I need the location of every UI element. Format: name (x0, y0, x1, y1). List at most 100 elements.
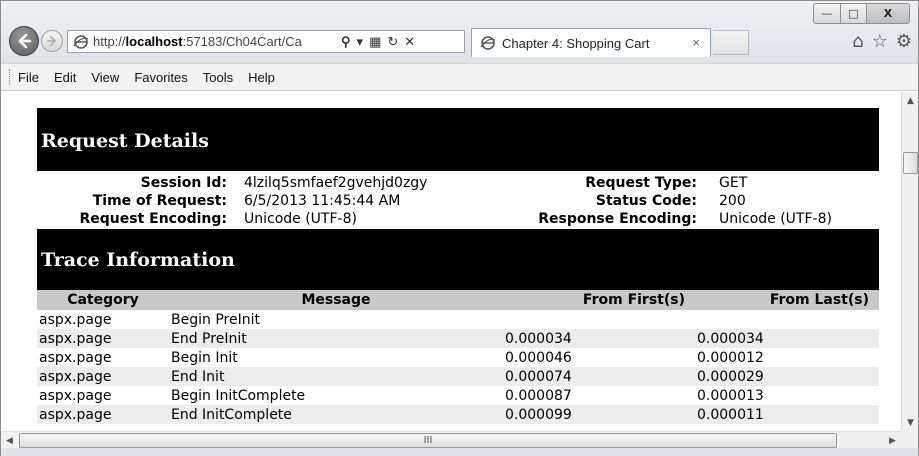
search-icon[interactable]: ⚲ (341, 34, 351, 50)
response-encoding-label: Response Encoding: (538, 211, 697, 227)
cell-message: Begin PreInit (171, 311, 260, 328)
cell-message: End InitComplete (169, 405, 503, 424)
scroll-down-icon[interactable]: ▼ (902, 414, 919, 431)
status-code-value: 200 (719, 193, 746, 209)
horizontal-scroll-thumb[interactable]: III (19, 433, 837, 448)
compatibility-view-icon[interactable]: ▦ (369, 34, 381, 50)
request-encoding-value: Unicode (UTF-8) (244, 211, 357, 227)
session-id-value: 4lzilq5smfaef2gvehjd0zgy (244, 175, 428, 191)
status-code-label: Status Code: (595, 193, 697, 209)
menu-grip (9, 69, 12, 85)
url-text[interactable]: http://localhost:57183/Ch04Cart/Ca (93, 34, 337, 49)
cell-from-first: 0.000087 (505, 387, 572, 404)
cell-category: aspx.page (39, 349, 112, 366)
toolbar-icons: ⌂ ☆ ⚙ (852, 31, 912, 52)
menu-file[interactable]: File (18, 70, 39, 85)
ie-tab-icon (480, 36, 496, 50)
response-encoding-value: Unicode (UTF-8) (719, 211, 832, 227)
cell-message: Begin Init (171, 349, 238, 366)
table-row: aspx.page Begin Init 0.000046 0.000012 (37, 348, 879, 367)
forward-button[interactable] (41, 30, 63, 52)
request-details-header: Request Details (37, 108, 879, 171)
col-message: Message (169, 290, 503, 310)
url-prefix: http:// (93, 34, 126, 49)
vertical-scrollbar[interactable]: ▲ ▼ (901, 92, 918, 431)
tab-title: Chapter 4: Shopping Cart (502, 35, 650, 51)
table-row: aspx.page End PreInit 0.000034 0.000034 (37, 329, 879, 348)
table-row: aspx.page Begin InitComplete 0.000087 0.… (37, 386, 879, 405)
maximize-button[interactable]: □ (841, 3, 867, 24)
tab-shopping-cart[interactable]: Chapter 4: Shopping Cart × (471, 28, 711, 57)
scroll-right-icon[interactable]: ▶ (884, 432, 901, 449)
cell-from-first: 0.000034 (503, 329, 695, 348)
new-tab-button[interactable] (713, 30, 749, 55)
scroll-grip: III (423, 435, 433, 446)
cell-message: Begin InitComplete (171, 387, 306, 404)
trace-information-header: Trace Information (37, 229, 879, 290)
close-button[interactable]: X (867, 3, 910, 24)
cell-category: aspx.page (39, 387, 112, 404)
cell-from-last: 0.000012 (697, 349, 764, 366)
cell-message: End Init (169, 367, 503, 386)
ie-page-icon (73, 34, 89, 49)
tools-icon[interactable]: ⚙ (896, 31, 912, 52)
window-bottom-edge (1, 448, 918, 456)
table-row: aspx.page End Init 0.000074 0.000029 (37, 367, 879, 386)
table-row: aspx.page End InitComplete 0.000099 0.00… (37, 405, 879, 424)
menu-edit[interactable]: Edit (54, 70, 76, 85)
horizontal-scrollbar[interactable]: ◀ III ▶ (1, 431, 901, 448)
cell-from-first (503, 310, 695, 329)
cell-category: aspx.page (37, 329, 169, 348)
time-of-request-label: Time of Request: (92, 193, 227, 209)
menu-favorites[interactable]: Favorites (134, 70, 187, 85)
cell-from-last: 0.000013 (697, 387, 764, 404)
request-encoding-label: Request Encoding: (79, 211, 227, 227)
back-button[interactable] (9, 26, 39, 56)
menu-bar: File Edit View Favorites Tools Help (1, 63, 918, 91)
page-content: Request Details Session Id: 4lzilq5smfae… (1, 92, 901, 431)
url-rest: :57183/Ch04Cart/Ca (182, 34, 302, 49)
favorites-icon[interactable]: ☆ (872, 31, 888, 52)
address-tools: ⚲ ▾ ▦ ↻ ✕ (341, 34, 415, 50)
vertical-scroll-thumb[interactable] (903, 152, 918, 174)
minimize-button[interactable]: — (813, 3, 841, 24)
cell-message: End PreInit (169, 329, 503, 348)
scroll-left-icon[interactable]: ◀ (1, 432, 18, 449)
cell-from-first: 0.000074 (503, 367, 695, 386)
arrow-left-icon (18, 33, 32, 49)
refresh-icon[interactable]: ↻ (387, 34, 398, 50)
scrollbar-corner (901, 431, 918, 448)
browser-window: — □ X http://localhost:57183/Ch04Cart/Ca… (0, 0, 919, 456)
col-from-first: From First(s) (503, 290, 695, 310)
menu-tools[interactable]: Tools (203, 70, 233, 85)
arrow-right-icon (47, 36, 56, 46)
cell-category: aspx.page (37, 367, 169, 386)
col-from-last: From Last(s) (695, 290, 879, 310)
title-bar: — □ X http://localhost:57183/Ch04Cart/Ca… (1, 1, 918, 63)
cell-from-last: 0.000034 (695, 329, 879, 348)
cell-from-first: 0.000046 (505, 349, 572, 366)
request-details-title: Request Details (41, 130, 209, 152)
home-icon[interactable]: ⌂ (852, 31, 863, 52)
dropdown-icon[interactable]: ▾ (357, 34, 364, 50)
cell-from-first: 0.000099 (503, 405, 695, 424)
url-host: localhost (125, 34, 183, 49)
address-bar[interactable]: http://localhost:57183/Ch04Cart/Ca ⚲ ▾ ▦… (67, 30, 465, 53)
close-tab-icon[interactable]: × (692, 35, 700, 50)
trace-information-title: Trace Information (41, 249, 235, 271)
scroll-up-icon[interactable]: ▲ (902, 92, 919, 109)
cell-from-last: 0.000029 (695, 367, 879, 386)
cell-from-last: 0.000011 (695, 405, 879, 424)
menu-view[interactable]: View (91, 70, 119, 85)
trace-header-row: Category Message From First(s) From Last… (37, 290, 879, 310)
cell-category: aspx.page (37, 405, 169, 424)
time-of-request-value: 6/5/2013 11:45:44 AM (244, 193, 401, 209)
request-type-value: GET (719, 175, 748, 191)
window-controls: — □ X (813, 3, 910, 24)
session-id-label: Session Id: (140, 175, 227, 191)
stop-icon[interactable]: ✕ (404, 34, 415, 50)
trace-table: Category Message From First(s) From Last… (37, 290, 879, 424)
menu-help[interactable]: Help (248, 70, 275, 85)
request-type-label: Request Type: (585, 175, 697, 191)
col-category: Category (37, 290, 169, 310)
